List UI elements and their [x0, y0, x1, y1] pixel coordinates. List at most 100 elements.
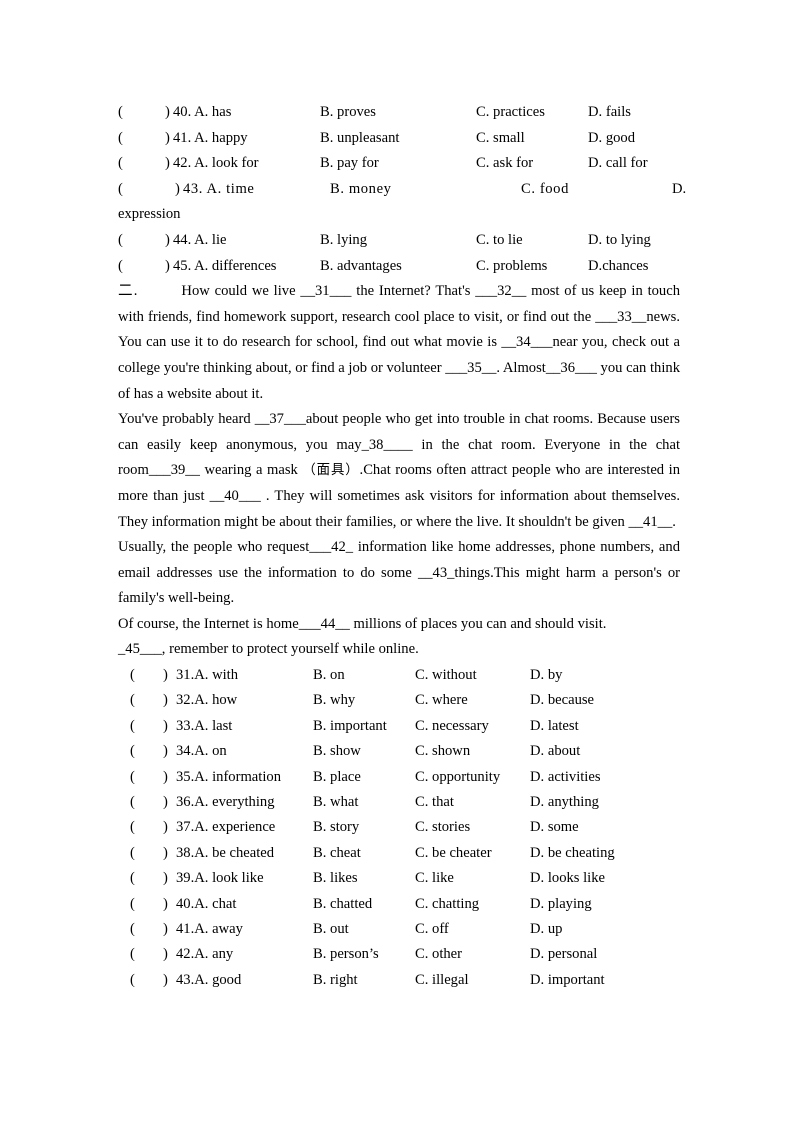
option-c[interactable]: C. small	[476, 126, 525, 152]
option-d[interactable]: D. because	[530, 688, 594, 713]
option-d[interactable]: D. anything	[530, 790, 599, 815]
option-d[interactable]: D. personal	[530, 942, 597, 967]
blank-35[interactable]: ___35__	[445, 360, 496, 376]
blank-40[interactable]: __40___	[210, 488, 261, 504]
option-row-43: ( ) 43. A. time B. money C. food D.	[118, 177, 686, 203]
blank-44[interactable]: ___44__	[299, 616, 350, 632]
option-a[interactable]: 37.A. experience	[176, 815, 275, 840]
blank-38[interactable]: _38____	[362, 437, 413, 453]
option-c[interactable]: C. shown	[415, 739, 470, 764]
blank-45[interactable]: _45___	[118, 641, 162, 657]
question-number: 37.	[176, 819, 195, 836]
option-c[interactable]: C. ask for	[476, 151, 533, 177]
blank-33[interactable]: ___33__	[595, 309, 646, 325]
option-c[interactable]: C. illegal	[415, 968, 469, 993]
option-c[interactable]: C. other	[415, 942, 462, 967]
option-d[interactable]: D. playing	[530, 892, 592, 917]
option-a[interactable]: 40.A. chat	[176, 892, 236, 917]
blank-36[interactable]: __36___	[546, 360, 597, 376]
option-b[interactable]: B. on	[313, 663, 345, 688]
option-d[interactable]: D. important	[530, 968, 605, 993]
option-c[interactable]: C. that	[415, 790, 454, 815]
option-b[interactable]: B. likes	[313, 866, 358, 891]
answer-bracket-close: )	[163, 794, 168, 811]
option-a[interactable]: 31.A. with	[176, 663, 238, 688]
option-d[interactable]: D. good	[588, 126, 635, 152]
option-a[interactable]: 34.A. on	[176, 739, 227, 764]
option-b[interactable]: B. unpleasant	[320, 126, 399, 152]
option-row-40: ( ) 40. A. has B. proves C. practices D.…	[118, 100, 680, 126]
option-b[interactable]: B. important	[313, 714, 387, 739]
option-c[interactable]: C. problems	[476, 254, 547, 280]
option-d[interactable]: D.chances	[588, 254, 648, 280]
option-b[interactable]: B. lying	[320, 228, 367, 254]
option-b[interactable]: B. out	[313, 917, 349, 942]
option-b[interactable]: B. chatted	[313, 892, 372, 917]
blank-39[interactable]: ___39__	[149, 462, 200, 478]
blank-34[interactable]: __34___	[501, 334, 552, 350]
option-a[interactable]: 33.A. last	[176, 714, 232, 739]
option-b[interactable]: B. cheat	[313, 841, 361, 866]
option-row-36: ( ) 36.A. everything B. what C. that D. …	[118, 790, 680, 815]
option-d[interactable]: D. up	[530, 917, 562, 942]
option-b[interactable]: B. person’s	[313, 942, 379, 967]
option-a[interactable]: 42.A. any	[176, 942, 233, 967]
option-d[interactable]: D. some	[530, 815, 579, 840]
option-a[interactable]: 40. A. has	[173, 100, 231, 126]
option-a[interactable]: 43. A. time	[183, 177, 254, 203]
blank-42[interactable]: ___42_	[309, 539, 353, 555]
option-a[interactable]: 38.A. be cheated	[176, 841, 274, 866]
option-a[interactable]: 42. A. look for	[173, 151, 259, 177]
option-c[interactable]: C. without	[415, 663, 477, 688]
option-c[interactable]: C. practices	[476, 100, 545, 126]
option-b[interactable]: B. what	[313, 790, 358, 815]
option-b[interactable]: B. why	[313, 688, 355, 713]
option-d[interactable]: D. be cheating	[530, 841, 615, 866]
blank-41[interactable]: __41__	[628, 514, 672, 530]
option-c[interactable]: C. food	[521, 177, 569, 203]
option-d[interactable]: D. about	[530, 739, 580, 764]
option-c[interactable]: C. off	[415, 917, 449, 942]
blank-32[interactable]: ___32__	[475, 283, 526, 299]
option-c[interactable]: C. to lie	[476, 228, 523, 254]
option-a[interactable]: 32.A. how	[176, 688, 237, 713]
option-b[interactable]: B. place	[313, 765, 361, 790]
option-a[interactable]: 36.A. everything	[176, 790, 275, 815]
option-b[interactable]: B. story	[313, 815, 359, 840]
option-d[interactable]: D. to lying	[588, 228, 651, 254]
option-a[interactable]: 41. A. happy	[173, 126, 248, 152]
option-d[interactable]: D. looks like	[530, 866, 605, 891]
option-d[interactable]: D.	[672, 177, 686, 203]
option-a[interactable]: 45. A. differences	[173, 254, 276, 280]
option-a[interactable]: 41.A. away	[176, 917, 243, 942]
blank-43[interactable]: __43_	[418, 565, 454, 581]
document-content: ( ) 40. A. has B. proves C. practices D.…	[118, 100, 686, 993]
option-a[interactable]: 39.A. look like	[176, 866, 264, 891]
option-b[interactable]: B. show	[313, 739, 361, 764]
option-c[interactable]: C. stories	[415, 815, 470, 840]
option-b[interactable]: B. pay for	[320, 151, 379, 177]
option-a[interactable]: 44. A. lie	[173, 228, 227, 254]
question-number: 38.	[176, 844, 195, 861]
option-c[interactable]: C. be cheater	[415, 841, 492, 866]
option-d[interactable]: D. by	[530, 663, 562, 688]
blank-31[interactable]: __31___	[300, 283, 351, 299]
option-d[interactable]: D. call for	[588, 151, 648, 177]
option-c[interactable]: C. necessary	[415, 714, 489, 739]
option-b[interactable]: B. proves	[320, 100, 376, 126]
option-a[interactable]: 43.A. good	[176, 968, 241, 993]
passage-text: .	[672, 513, 676, 530]
option-d[interactable]: D. fails	[588, 100, 631, 126]
option-d[interactable]: D. latest	[530, 714, 579, 739]
option-c[interactable]: C. chatting	[415, 892, 479, 917]
option-b[interactable]: B. right	[313, 968, 358, 993]
option-a-label: A. be cheated	[194, 844, 275, 861]
option-c[interactable]: C. opportunity	[415, 765, 500, 790]
option-a[interactable]: 35.A. information	[176, 765, 281, 790]
option-b[interactable]: B. money	[330, 177, 392, 203]
option-c[interactable]: C. where	[415, 688, 468, 713]
blank-37[interactable]: __37___	[255, 411, 306, 427]
option-c[interactable]: C. like	[415, 866, 454, 891]
option-b[interactable]: B. advantages	[320, 254, 402, 280]
option-d[interactable]: D. activities	[530, 765, 601, 790]
